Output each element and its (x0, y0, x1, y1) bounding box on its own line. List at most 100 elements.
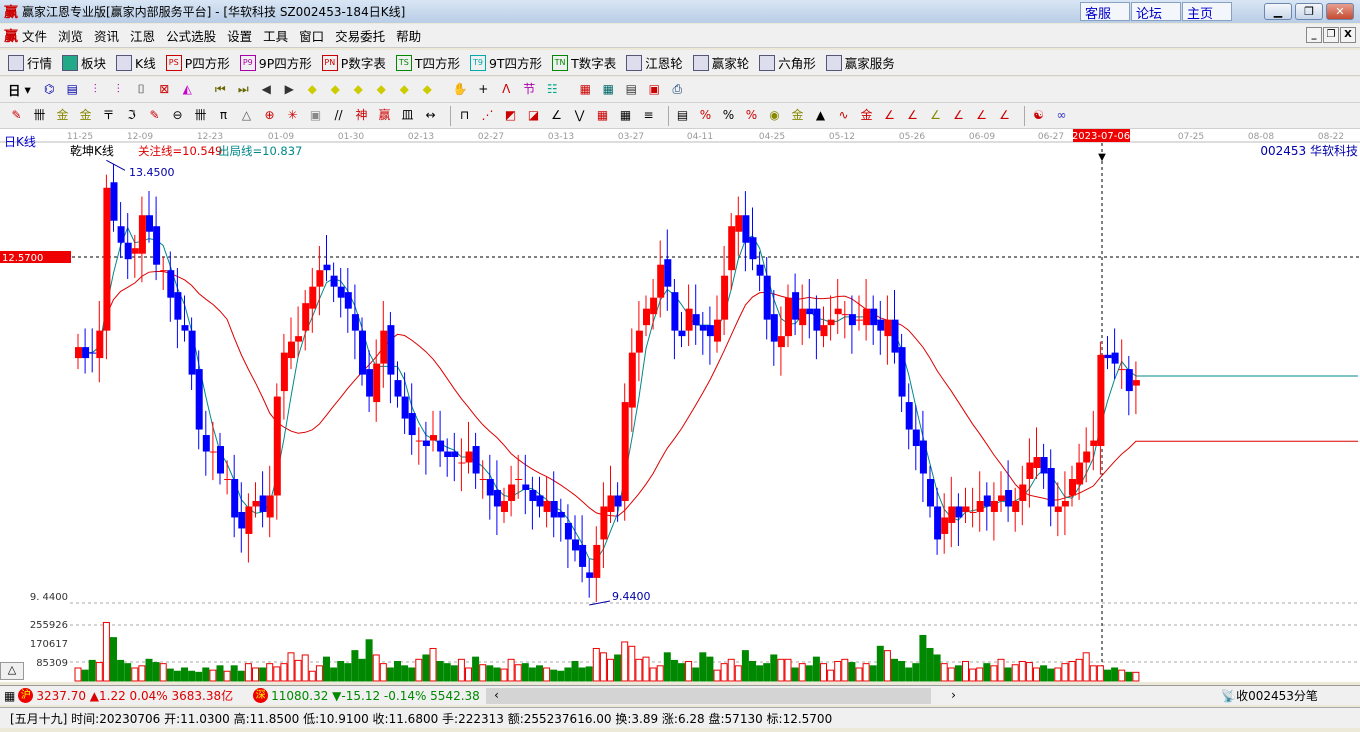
draw-44-icon[interactable]: ∠ (996, 107, 1013, 124)
forum-link[interactable]: 论坛 (1131, 2, 1181, 22)
toolbar-3[interactable]: PS P四方形 (165, 53, 230, 72)
draw-25-icon[interactable]: ⋁ (571, 107, 588, 124)
menu-formula[interactable]: 公式选股 (166, 26, 216, 45)
draw-47-icon[interactable]: ∞ (1053, 107, 1070, 124)
draw-32-icon[interactable]: % (720, 107, 737, 124)
tool-16-icon[interactable]: ◆ (396, 81, 413, 98)
scroll-left-icon[interactable]: ‹ (494, 688, 499, 702)
toolbar-2[interactable]: K线 (116, 53, 156, 72)
customer-service-link[interactable]: 客服 (1080, 2, 1130, 22)
tool-11-icon[interactable]: ▶ (281, 81, 298, 98)
toolbar-11[interactable]: 六角形 (759, 53, 816, 72)
draw-42-icon[interactable]: ∠ (950, 107, 967, 124)
draw-9-icon[interactable]: π (215, 107, 232, 124)
toolbar-5[interactable]: PN P数字表 (321, 53, 386, 72)
menu-help[interactable]: 帮助 (396, 26, 421, 45)
menu-news[interactable]: 资讯 (94, 26, 119, 45)
tool-12-icon[interactable]: ◆ (304, 81, 321, 98)
draw-24-icon[interactable]: ∠ (548, 107, 565, 124)
tool-25-icon[interactable]: ▦ (577, 81, 594, 98)
draw-38-icon[interactable]: 金 (858, 107, 875, 124)
draw-27-icon[interactable]: ▦ (617, 107, 634, 124)
tool-13-icon[interactable]: ◆ (327, 81, 344, 98)
tool-3-icon[interactable]: ⫶ (110, 81, 127, 98)
toolbar-4[interactable]: P9 9P四方形 (239, 53, 312, 72)
scroll-right-icon[interactable]: › (931, 687, 1182, 704)
tool-1-icon[interactable]: ▤ (64, 81, 81, 98)
draw-1-icon[interactable]: 卌 (31, 107, 48, 124)
draw-6-icon[interactable]: ✎ (146, 107, 163, 124)
menu-window[interactable]: 窗口 (299, 26, 324, 45)
homepage-link[interactable]: 主页 (1182, 2, 1232, 22)
draw-12-icon[interactable]: ✳ (284, 107, 301, 124)
expand-panel-button[interactable]: △ (0, 662, 24, 680)
quote-table-icon[interactable]: ▦ (4, 689, 15, 703)
toolbar-8[interactable]: TN T数字表 (552, 53, 616, 72)
draw-15-icon[interactable]: 神 (353, 107, 370, 124)
tool-19-icon[interactable]: ✋ (452, 81, 469, 98)
mdi-restore-button[interactable]: ❐ (1323, 27, 1339, 43)
toolbar-7[interactable]: T9 9T四方形 (469, 53, 542, 72)
mdi-close-button[interactable]: X (1340, 27, 1356, 43)
tool-20-icon[interactable]: + (475, 81, 492, 98)
draw-40-icon[interactable]: ∠ (904, 107, 921, 124)
draw-8-icon[interactable]: 卌 (192, 107, 209, 124)
draw-34-icon[interactable]: ◉ (766, 107, 783, 124)
draw-10-icon[interactable]: △ (238, 107, 255, 124)
draw-30-icon[interactable]: ▤ (674, 107, 691, 124)
tool-0-icon[interactable]: ⌬ (41, 81, 58, 98)
toolbar-9[interactable]: 江恩轮 (626, 53, 683, 72)
draw-4-icon[interactable]: 〒 (100, 107, 117, 124)
draw-23-icon[interactable]: ◪ (525, 107, 542, 124)
draw-20-icon[interactable]: ⊓ (456, 107, 473, 124)
mdi-minimize-button[interactable]: _ (1306, 27, 1322, 43)
toolbar-0[interactable]: 行情 (8, 53, 52, 72)
minimize-button[interactable]: ▁ (1264, 3, 1292, 20)
draw-13-icon[interactable]: ▣ (307, 107, 324, 124)
kline-chart[interactable]: 11-25 12-09 12-23 01-09 01-30 02-13 02-27 03-13… (0, 129, 1360, 682)
menu-browse[interactable]: 浏览 (58, 26, 83, 45)
draw-43-icon[interactable]: ∠ (973, 107, 990, 124)
restore-button[interactable]: ❐ (1295, 3, 1323, 20)
draw-36-icon[interactable]: ▲ (812, 107, 829, 124)
draw-37-icon[interactable]: ∿ (835, 107, 852, 124)
draw-17-icon[interactable]: 皿 (399, 107, 416, 124)
draw-5-icon[interactable]: ℑ (123, 107, 140, 124)
toolbar-1[interactable]: 板块 (62, 53, 106, 72)
tool-8-icon[interactable]: ⏮ (212, 81, 229, 98)
tool-15-icon[interactable]: ◆ (373, 81, 390, 98)
draw-39-icon[interactable]: ∠ (881, 107, 898, 124)
tool-17-icon[interactable]: ◆ (419, 81, 436, 98)
draw-46-icon[interactable]: ☯ (1030, 107, 1047, 124)
draw-31-icon[interactable]: % (697, 107, 714, 124)
tool-29-icon[interactable]: ⎙ (669, 81, 686, 98)
draw-22-icon[interactable]: ◩ (502, 107, 519, 124)
draw-33-icon[interactable]: % (743, 107, 760, 124)
draw-3-icon[interactable]: 金 (77, 107, 94, 124)
menu-tools[interactable]: 工具 (263, 26, 288, 45)
tool-14-icon[interactable]: ◆ (350, 81, 367, 98)
draw-2-icon[interactable]: 金 (54, 107, 71, 124)
horizontal-scrollbar[interactable]: ‹ › (486, 687, 1182, 704)
draw-41-icon[interactable]: ∠ (927, 107, 944, 124)
tool-10-icon[interactable]: ◀ (258, 81, 275, 98)
period-select[interactable]: 日 ▾ (8, 80, 31, 99)
tool-9-icon[interactable]: ⏭ (235, 81, 252, 98)
tool-6-icon[interactable]: ◭ (179, 81, 196, 98)
draw-16-icon[interactable]: 赢 (376, 107, 393, 124)
draw-18-icon[interactable]: ↔ (422, 107, 439, 124)
draw-26-icon[interactable]: ▦ (594, 107, 611, 124)
toolbar-12[interactable]: 赢家服务 (825, 53, 895, 72)
menu-trade[interactable]: 交易委托 (335, 26, 385, 45)
tool-26-icon[interactable]: ▦ (600, 81, 617, 98)
draw-28-icon[interactable]: ≡ (640, 107, 657, 124)
shenzhen-index[interactable]: 11080.32 ▼-15.12 -0.14% 5542.38 (271, 689, 486, 703)
draw-21-icon[interactable]: ⋰ (479, 107, 496, 124)
draw-35-icon[interactable]: 金 (789, 107, 806, 124)
tool-22-icon[interactable]: 节 (521, 81, 538, 98)
draw-7-icon[interactable]: ⊖ (169, 107, 186, 124)
chart-svg[interactable]: 11-25 12-09 12-23 01-09 01-30 02-13 02-27 03-13… (0, 129, 1360, 682)
draw-0-icon[interactable]: ✎ (8, 107, 25, 124)
tool-28-icon[interactable]: ▣ (646, 81, 663, 98)
menu-file[interactable]: 文件 (22, 26, 47, 45)
